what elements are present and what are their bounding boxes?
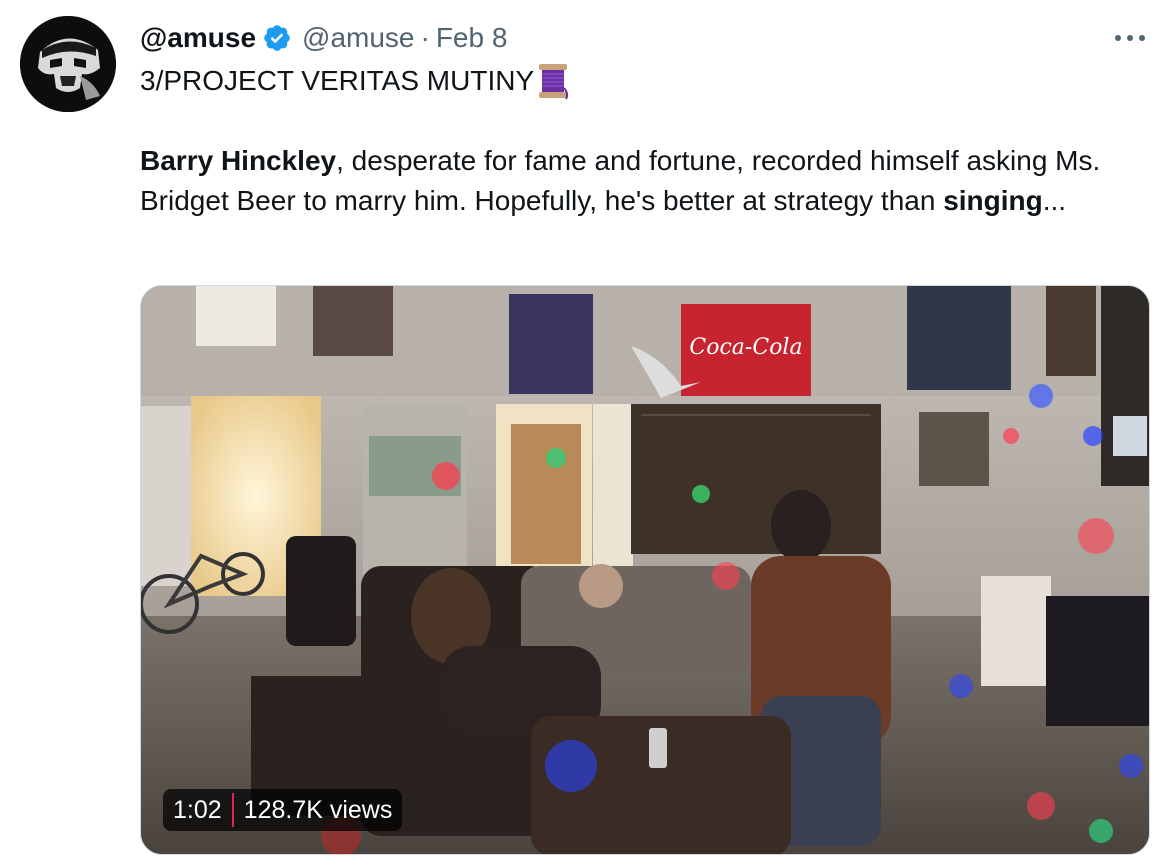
more-options-icon[interactable] bbox=[1110, 18, 1150, 58]
handle[interactable]: @amuse bbox=[302, 18, 414, 58]
video-duration: 1:02 bbox=[173, 795, 222, 824]
video-player[interactable]: Coca-Cola 1:02 128.7K views bbox=[140, 285, 1150, 855]
video-stats-badge: 1:02 128.7K views bbox=[163, 789, 403, 831]
badge-divider bbox=[231, 793, 234, 827]
stormtrooper-avatar-icon bbox=[20, 16, 116, 112]
tweet-first-line: 3/PROJECT VERITAS MUTINY bbox=[140, 60, 570, 102]
video-views: 128.7K views bbox=[243, 795, 393, 824]
svg-text:Coca-Cola: Coca-Cola bbox=[689, 335, 802, 360]
spool-of-thread-emoji-icon bbox=[536, 62, 570, 100]
video-thumbnail: Coca-Cola bbox=[141, 286, 1149, 854]
bold-name: Barry Hinckley bbox=[140, 145, 337, 176]
verified-badge-icon[interactable] bbox=[262, 23, 292, 53]
separator-dot: · bbox=[420, 22, 430, 53]
tweet-title-text: 3/PROJECT VERITAS MUTINY bbox=[140, 65, 535, 96]
bold-end: singing bbox=[943, 185, 1043, 216]
avatar[interactable] bbox=[20, 16, 116, 112]
tweet-body: Barry Hinckley, desperate for fame and f… bbox=[140, 141, 1150, 221]
display-name[interactable]: @amuse bbox=[140, 18, 256, 58]
tweet-date[interactable]: Feb 8 bbox=[436, 18, 508, 58]
ellipsis: ... bbox=[1042, 185, 1067, 216]
tweet-header: @amuse @amuse · Feb 8 bbox=[140, 18, 507, 58]
